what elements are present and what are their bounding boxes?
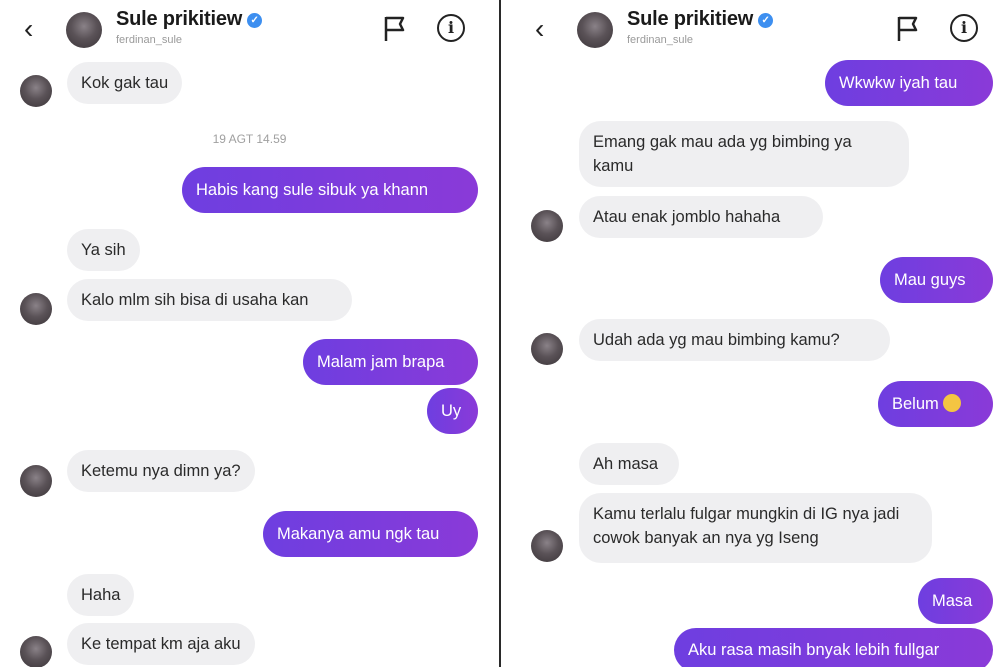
incoming-message[interactable]: Kok gak tau xyxy=(67,62,183,104)
verified-badge-icon: ✓ xyxy=(758,13,774,28)
chat-panel-left: ‹ Sule prikitiew ✓ ferdinan_sule i Kok ga… xyxy=(0,0,499,667)
contact-name[interactable]: Sule prikitiew ✓ xyxy=(627,8,774,31)
sender-avatar xyxy=(20,75,52,107)
incoming-message[interactable]: Ya sih xyxy=(67,229,140,271)
outgoing-message[interactable]: Masa xyxy=(918,578,993,624)
sender-avatar xyxy=(531,210,563,242)
sender-avatar xyxy=(531,530,563,562)
incoming-message[interactable]: Udah ada yg mau bimbing kamu? xyxy=(579,319,890,361)
sender-avatar xyxy=(20,465,52,497)
outgoing-message[interactable]: Belum xyxy=(878,381,993,427)
verified-badge-icon: ✓ xyxy=(247,13,263,28)
incoming-message[interactable]: Atau enak jomblo hahaha xyxy=(579,196,823,238)
outgoing-message[interactable]: Aku rasa masih bnyak lebih fullgar xyxy=(674,628,993,667)
sender-avatar xyxy=(20,636,52,667)
flag-icon[interactable] xyxy=(382,14,408,44)
emoji-icon xyxy=(942,394,961,412)
incoming-message[interactable]: Ketemu nya dimn ya? xyxy=(67,450,255,492)
contact-username: ferdinan_sule xyxy=(116,34,183,46)
info-icon[interactable]: i xyxy=(950,14,978,42)
contact-name[interactable]: Sule prikitiew ✓ xyxy=(116,8,263,31)
incoming-message[interactable]: Kalo mlm sih bisa di usaha kan xyxy=(67,279,352,321)
sender-avatar xyxy=(20,293,52,325)
outgoing-message[interactable]: Malam jam brapa xyxy=(303,339,478,385)
message-timestamp: 19 AGT 14.59 xyxy=(212,132,287,146)
contact-username: ferdinan_sule xyxy=(627,34,694,46)
incoming-message[interactable]: Kamu terlalu fulgar mungkin di IG nya ja… xyxy=(579,493,932,563)
outgoing-message[interactable]: Wkwkw iyah tau xyxy=(825,60,993,106)
incoming-message[interactable]: Emang gak mau ada yg bimbing ya kamu xyxy=(579,121,909,187)
sender-avatar xyxy=(531,333,563,365)
incoming-message[interactable]: Haha xyxy=(67,574,135,616)
outgoing-message[interactable]: Makanya amu ngk tau xyxy=(263,511,478,557)
back-chevron-icon[interactable]: ‹ xyxy=(535,14,555,44)
outgoing-message[interactable]: Uy xyxy=(427,388,478,434)
back-chevron-icon[interactable]: ‹ xyxy=(24,14,44,44)
chat-header: ‹ Sule prikitiew ✓ ferdinan_sule i xyxy=(0,0,499,58)
info-icon[interactable]: i xyxy=(437,14,465,42)
incoming-message[interactable]: Ah masa xyxy=(579,443,679,485)
incoming-message[interactable]: Ke tempat km aja aku xyxy=(67,623,255,665)
flag-icon[interactable] xyxy=(895,14,921,44)
contact-avatar[interactable] xyxy=(577,12,613,48)
outgoing-message[interactable]: Habis kang sule sibuk ya khann xyxy=(182,167,478,213)
chat-header: ‹ Sule prikitiew ✓ ferdinan_sule i xyxy=(501,0,1000,58)
outgoing-message[interactable]: Mau guys xyxy=(880,257,993,303)
contact-avatar[interactable] xyxy=(66,12,102,48)
chat-panel-right: ‹ Sule prikitiew ✓ ferdinan_sule i Wkwkw … xyxy=(501,0,1000,667)
